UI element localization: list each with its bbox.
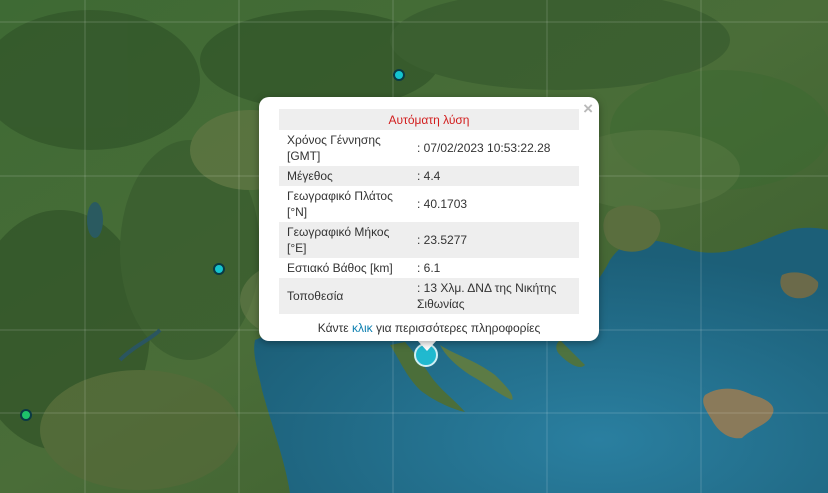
table-row: Γεωγραφικό Πλάτος [°N] : 40.1703 [279,186,579,222]
table-row: Μέγεθος : 4.4 [279,166,579,186]
close-icon[interactable]: × [583,100,593,117]
row-value: : 07/02/2023 10:53:22.28 [417,141,551,155]
table-row: Τοποθεσία : 13 Χλμ. ΔΝΔ της Νικήτης Σιθω… [279,278,579,314]
footer-suffix: για περισσότερες πληροφορίες [375,321,541,335]
lake [87,202,103,238]
table-row: Εστιακό Βάθος [km] : 6.1 [279,258,579,278]
popup-header-row: Αυτόματη λύση [279,109,579,130]
earthquake-marker[interactable] [393,69,405,81]
more-info-line: Κάντε κλικ για περισσότερες πληροφορίες [279,320,579,336]
earthquake-marker[interactable] [20,409,32,421]
row-label: Εστιακό Βάθος [km] [287,261,393,275]
popup-tip [417,340,437,351]
popup-header: Αυτόματη λύση [279,109,579,130]
table-row: Χρόνος Γέννησης [GMT] : 07/02/2023 10:53… [279,130,579,166]
row-label: Τοποθεσία [279,278,407,314]
footer-prefix: Κάντε [317,321,349,335]
row-label: Γεωγραφικό Πλάτος [°N] [287,189,393,219]
table-row: Γεωγραφικό Μήκος [°E] : 23.5277 [279,222,579,258]
earthquake-info-popup: × Αυτόματη λύση Χρόνος Γέννησης [GMT] : … [259,97,599,341]
more-info-link[interactable]: κλικ [352,321,373,335]
row-value: : 23.5277 [407,222,579,258]
row-label: Μέγεθος [279,166,407,186]
island-thasos [603,205,661,252]
earthquake-details-table: Αυτόματη λύση Χρόνος Γέννησης [GMT] : 07… [279,109,579,314]
row-value: : 6.1 [417,261,441,275]
row-value: : 4.4 [407,166,579,186]
earthquake-marker[interactable] [213,263,225,275]
row-label: Γεωγραφικό Μήκος [°E] [279,222,407,258]
row-label: Χρόνος Γέννησης [GMT] [287,133,381,163]
row-value: : 40.1703 [417,197,468,211]
row-value: : 13 Χλμ. ΔΝΔ της Νικήτης Σιθωνίας [407,278,579,314]
